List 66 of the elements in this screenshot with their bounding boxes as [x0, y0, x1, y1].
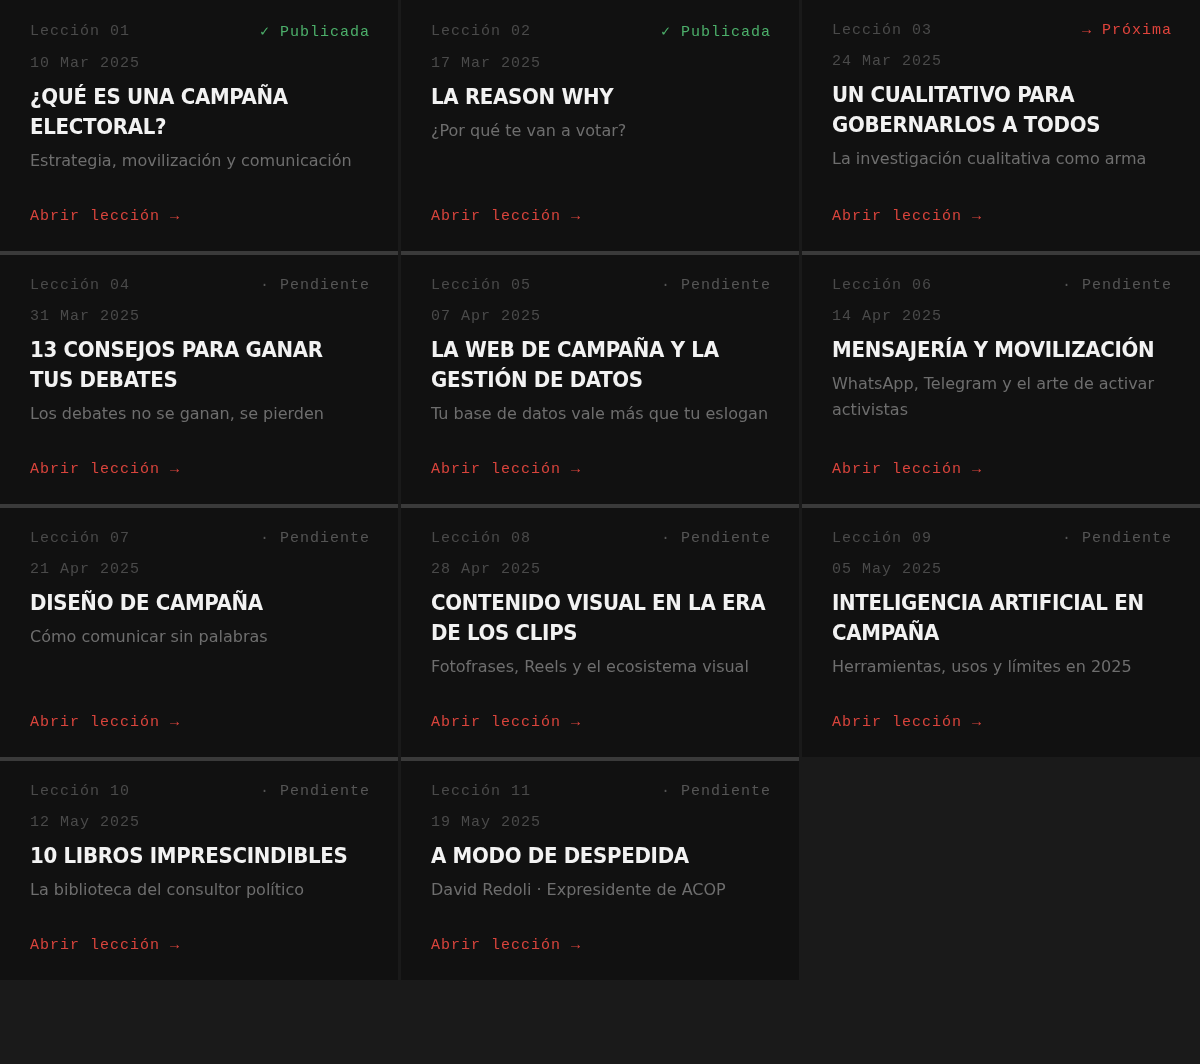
lesson-subtitle: Fotofrases, Reels y el ecosistema visual	[431, 656, 750, 678]
lesson-number: Lección 10	[30, 783, 130, 800]
lesson-subtitle: Tu base de datos vale más que tu eslogan	[431, 403, 770, 425]
lesson-title: INTELIGENCIA ARTIFICIAL EN CAMPAÑA	[832, 589, 1145, 647]
lesson-status: ✓ Publicada	[660, 23, 771, 41]
lesson-status: · Pendiente	[660, 277, 771, 294]
open-lesson-link[interactable]: Abrir lección →	[832, 680, 983, 731]
lesson-date: 24 Mar 2025	[832, 53, 944, 70]
open-lesson-link[interactable]: Abrir lección →	[431, 903, 582, 954]
lesson-date: 31 Mar 2025	[30, 308, 142, 325]
lesson-status: · Pendiente	[660, 783, 771, 800]
lesson-date: 17 Mar 2025	[431, 55, 543, 72]
lesson-date: 07 Apr 2025	[431, 308, 543, 325]
lesson-number: Lección 02	[431, 23, 531, 40]
lesson-status: · Pendiente	[1061, 530, 1172, 547]
lesson-date: 10 Mar 2025	[30, 55, 142, 72]
lesson-number: Lección 08	[431, 530, 531, 547]
lesson-status: ✓ Publicada	[259, 23, 370, 41]
lesson-date: 14 Apr 2025	[832, 308, 944, 325]
lesson-number: Lección 04	[30, 277, 130, 294]
open-lesson-link[interactable]: Abrir lección →	[832, 174, 983, 225]
lesson-title: A MODO DE DESPEDIDA	[431, 842, 690, 870]
lesson-title: DISEÑO DE CAMPAÑA	[30, 589, 264, 617]
lesson-status: · Pendiente	[259, 783, 370, 800]
lesson-title: 10 LIBROS IMPRESCINDIBLES	[30, 842, 349, 870]
lesson-number: Lección 05	[431, 277, 531, 294]
lesson-number: Lección 09	[832, 530, 932, 547]
lesson-date: 21 Apr 2025	[30, 561, 142, 578]
lesson-number: Lección 06	[832, 277, 932, 294]
lesson-subtitle: Herramientas, usos y límites en 2025	[832, 656, 1133, 678]
lesson-title: UN CUALITATIVO PARA GOBERNARLOS A TODOS	[832, 81, 1102, 139]
lesson-date: 12 May 2025	[30, 814, 142, 831]
lesson-subtitle: La investigación cualitativa como arma	[832, 148, 1148, 170]
lesson-date: 05 May 2025	[832, 561, 944, 578]
lesson-title: LA REASON WHY	[431, 83, 615, 111]
lesson-date: 19 May 2025	[431, 814, 543, 831]
lesson-subtitle: WhatsApp, Telegram y el arte de activar activistas	[832, 373, 1155, 421]
lesson-status: · Pendiente	[660, 530, 771, 547]
lesson-subtitle: Los debates no se ganan, se pierden	[30, 403, 325, 425]
lesson-title: CONTENIDO VISUAL EN LA ERA DE LOS CLIPS	[431, 589, 767, 647]
lesson-title: MENSAJERÍA Y MOVILIZACIÓN	[832, 336, 1156, 364]
lesson-date: 28 Apr 2025	[431, 561, 543, 578]
lesson-number: Lección 07	[30, 530, 130, 547]
open-lesson-link[interactable]: Abrir lección →	[431, 427, 582, 478]
lesson-title: 13 CONSEJOS PARA GANAR TUS DEBATES	[30, 336, 324, 394]
lesson-status: · Pendiente	[259, 277, 370, 294]
lesson-subtitle: Cómo comunicar sin palabras	[30, 626, 269, 648]
lesson-subtitle: David Redoli · Expresidente de ACOP	[431, 879, 727, 901]
open-lesson-link[interactable]: Abrir lección →	[30, 680, 181, 731]
open-lesson-link[interactable]: Abrir lección →	[431, 680, 582, 731]
lesson-number: Lección 01	[30, 23, 130, 40]
open-lesson-link[interactable]: Abrir lección →	[431, 174, 582, 225]
lesson-subtitle: Estrategia, movilización y comunicación	[30, 150, 353, 172]
lesson-subtitle: ¿Por qué te van a votar?	[431, 120, 628, 142]
lesson-number: Lección 03	[832, 22, 932, 39]
lesson-title: ¿QUÉ ES UNA CAMPAÑA ELECTORAL?	[30, 83, 289, 141]
lesson-status: → Próxima	[1082, 22, 1172, 39]
lesson-subtitle: La biblioteca del consultor político	[30, 879, 306, 901]
open-lesson-link[interactable]: Abrir lección →	[832, 427, 983, 478]
lesson-title: LA WEB DE CAMPAÑA Y LA GESTIÓN DE DATOS	[431, 336, 720, 394]
lesson-status: · Pendiente	[259, 530, 370, 547]
open-lesson-link[interactable]: Abrir lección →	[30, 903, 181, 954]
lesson-number: Lección 11	[431, 783, 531, 800]
open-lesson-link[interactable]: Abrir lección →	[30, 174, 181, 225]
open-lesson-link[interactable]: Abrir lección →	[30, 427, 181, 478]
lesson-status: · Pendiente	[1061, 277, 1172, 294]
